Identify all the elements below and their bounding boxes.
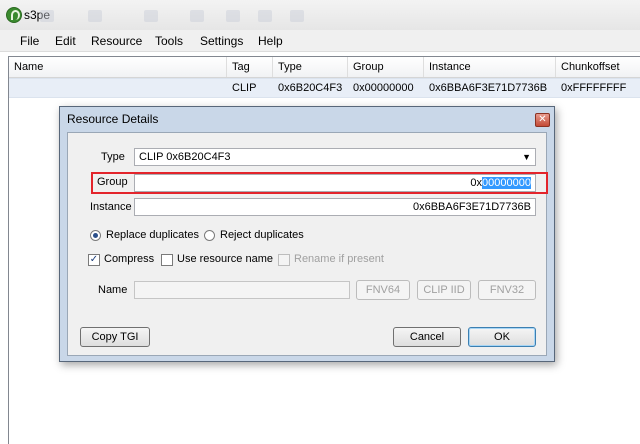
- list-header: Name Tag Type Group Instance Chunkoffset: [9, 57, 640, 78]
- cell-tag: CLIP: [232, 82, 257, 94]
- cell-group: 0x00000000: [353, 82, 414, 94]
- menu-edit[interactable]: Edit: [55, 34, 76, 48]
- toolbar-icon: [190, 10, 204, 22]
- instance-value: 0x6BBA6F3E71D7736B: [412, 201, 531, 213]
- rename-if-present-checkbox: [278, 254, 290, 266]
- column-name[interactable]: Name: [9, 57, 227, 77]
- group-prefix: 0x: [470, 177, 483, 189]
- group-label: Group: [97, 176, 128, 188]
- reject-duplicates-radio[interactable]: [204, 230, 215, 241]
- chevron-down-icon: ▼: [522, 152, 531, 162]
- reject-duplicates-label[interactable]: Reject duplicates: [220, 229, 304, 241]
- use-resource-name-label[interactable]: Use resource name: [177, 253, 273, 265]
- toolbar-icon: [40, 10, 54, 22]
- toolbar-icon: [258, 10, 272, 22]
- menu-resource[interactable]: Resource: [91, 34, 142, 48]
- toolbar-icon: [144, 10, 158, 22]
- cell-type: 0x6B20C4F3: [278, 82, 343, 94]
- replace-duplicates-label[interactable]: Replace duplicates: [106, 229, 199, 241]
- type-label: Type: [101, 151, 125, 163]
- column-type[interactable]: Type: [273, 57, 348, 77]
- title-bar: s3pe: [0, 0, 640, 30]
- toolbar-ghost: [40, 10, 370, 24]
- compress-checkbox[interactable]: ✓: [88, 254, 100, 266]
- fnv64-button[interactable]: FNV64: [356, 280, 410, 300]
- replace-duplicates-radio[interactable]: [90, 230, 101, 241]
- menu-tools[interactable]: Tools: [155, 34, 183, 48]
- rename-if-present-label: Rename if present: [294, 253, 384, 265]
- column-instance[interactable]: Instance: [424, 57, 556, 77]
- use-resource-name-checkbox[interactable]: [161, 254, 173, 266]
- cell-instance: 0x6BBA6F3E71D7736B: [429, 82, 548, 94]
- group-field[interactable]: 0x00000000: [134, 174, 536, 192]
- instance-field[interactable]: 0x6BBA6F3E71D7736B: [134, 198, 536, 216]
- dialog-title: Resource Details: [67, 112, 159, 126]
- menu-help[interactable]: Help: [258, 34, 283, 48]
- instance-label: Instance: [90, 201, 132, 213]
- group-selected-text: 00000000: [482, 177, 531, 189]
- menu-bar: File Edit Resource Tools Settings Help: [0, 30, 640, 52]
- cell-chunkoffset: 0xFFFFFFFF: [561, 82, 627, 94]
- type-value: CLIP 0x6B20C4F3: [139, 151, 231, 163]
- compress-label[interactable]: Compress: [104, 253, 154, 265]
- cell-name: [9, 79, 14, 97]
- toolbar-icon: [290, 10, 304, 22]
- cancel-button[interactable]: Cancel: [393, 327, 461, 347]
- close-icon[interactable]: ✕: [535, 113, 550, 127]
- menu-file[interactable]: File: [20, 34, 39, 48]
- copy-tgi-button[interactable]: Copy TGI: [80, 327, 150, 347]
- type-select[interactable]: CLIP 0x6B20C4F3 ▼: [134, 148, 536, 166]
- column-tag[interactable]: Tag: [227, 57, 273, 77]
- resource-details-dialog: Resource Details ✕ Type CLIP 0x6B20C4F3 …: [59, 106, 555, 362]
- menu-settings[interactable]: Settings: [200, 34, 243, 48]
- name-field[interactable]: [134, 281, 350, 299]
- column-chunkoffset[interactable]: Chunkoffset: [556, 57, 640, 77]
- toolbar-icon: [88, 10, 102, 22]
- name-label: Name: [98, 284, 128, 296]
- toolbar-icon: [226, 10, 240, 22]
- column-group[interactable]: Group: [348, 57, 424, 77]
- dialog-body: Type CLIP 0x6B20C4F3 ▼ Group 0x00000000 …: [67, 132, 548, 356]
- table-row[interactable]: CLIP 0x6B20C4F3 0x00000000 0x6BBA6F3E71D…: [9, 78, 640, 98]
- clip-iid-button[interactable]: CLIP IID: [417, 280, 471, 300]
- app-icon: [6, 7, 22, 23]
- fnv32-button[interactable]: FNV32: [478, 280, 536, 300]
- ok-button[interactable]: OK: [468, 327, 536, 347]
